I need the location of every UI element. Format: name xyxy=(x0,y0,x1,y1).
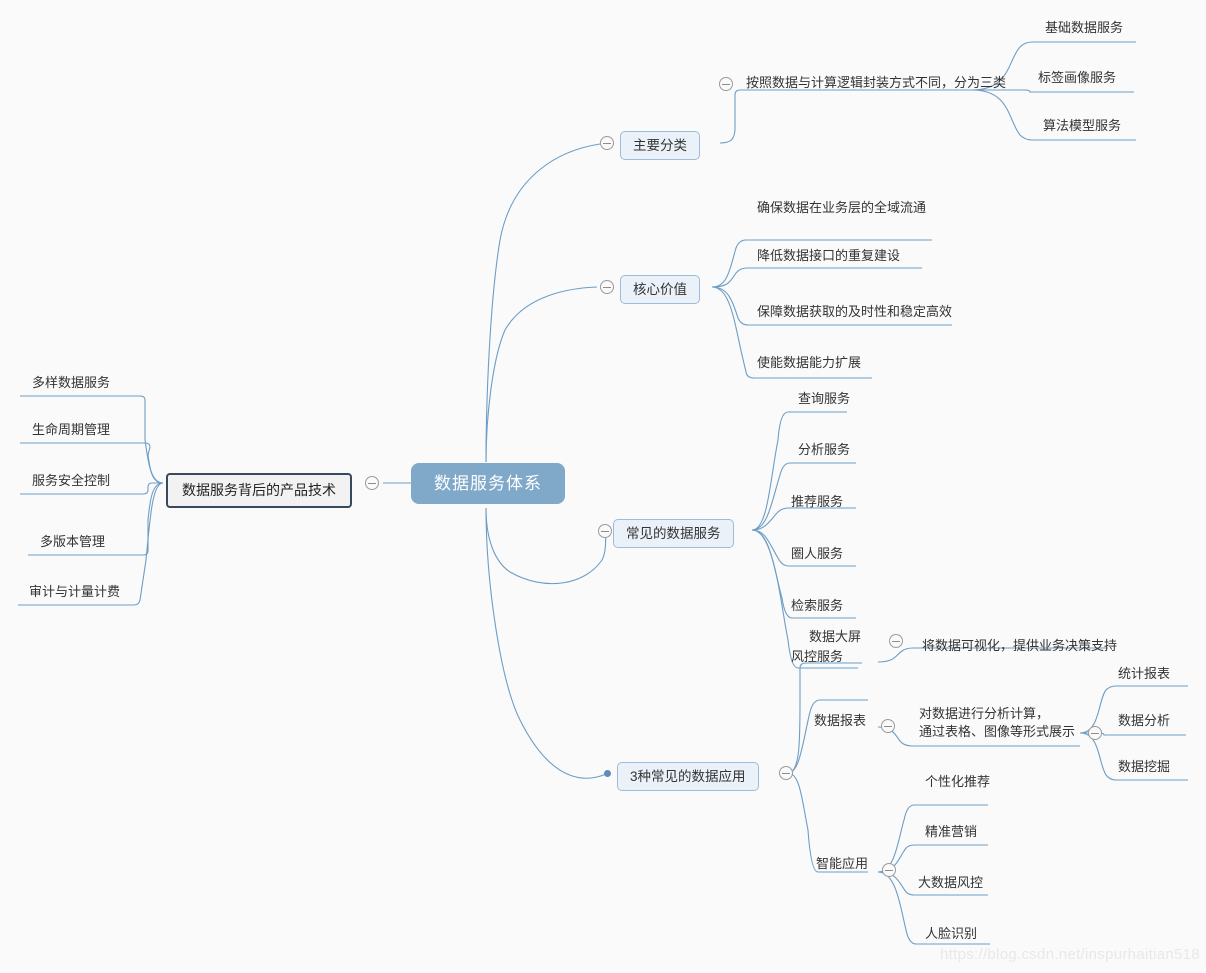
leaf-node[interactable]: 个性化推荐 xyxy=(921,773,994,792)
leaf-node[interactable]: 推荐服务 xyxy=(787,493,847,512)
leaf-node[interactable]: 服务安全控制 xyxy=(28,472,114,491)
leaf-node[interactable]: 基础数据服务 xyxy=(1041,19,1127,38)
toggle-core-value[interactable] xyxy=(600,280,614,294)
branch-node-main-classification[interactable]: 主要分类 xyxy=(620,131,700,160)
leaf-node[interactable]: 数据分析 xyxy=(1114,712,1174,731)
toggle-classification-detail[interactable] xyxy=(719,77,733,91)
leaf-node[interactable]: 数据大屏 xyxy=(805,628,865,647)
toggle-main-classification[interactable] xyxy=(600,136,614,150)
leaf-node[interactable]: 保障数据获取的及时性和稳定高效 xyxy=(753,303,956,322)
leaf-node[interactable]: 将数据可视化，提供业务决策支持 xyxy=(918,637,1121,656)
toggle-data-applications[interactable] xyxy=(779,766,793,780)
mindmap-canvas: 数据服务体系 数据服务背后的产品技术 多样数据服务 生命周期管理 服务安全控制 … xyxy=(0,0,1206,973)
leaf-node[interactable]: 使能数据能力扩展 xyxy=(753,354,865,373)
root-node[interactable]: 数据服务体系 xyxy=(412,464,564,503)
leaf-node[interactable]: 大数据风控 xyxy=(914,874,987,893)
watermark-text: https://blog.csdn.net/inspurhaitian518 xyxy=(940,946,1200,963)
toggle-data-screen[interactable] xyxy=(889,634,903,648)
toggle-common-data-services[interactable] xyxy=(598,524,612,538)
leaf-node[interactable]: 圈人服务 xyxy=(787,545,847,564)
leaf-node[interactable]: 检索服务 xyxy=(787,597,847,616)
leaf-node[interactable]: 对数据进行分析计算， 通过表格、图像等形式展示 xyxy=(915,705,1079,743)
leaf-node[interactable]: 统计报表 xyxy=(1114,665,1174,684)
leaf-node[interactable]: 人脸识别 xyxy=(921,925,981,944)
leaf-node[interactable]: 审计与计量计费 xyxy=(25,583,124,602)
leaf-node[interactable]: 生命周期管理 xyxy=(28,421,114,440)
branch-node-core-value[interactable]: 核心价值 xyxy=(620,275,700,304)
branch-node-common-data-services[interactable]: 常见的数据服务 xyxy=(613,519,734,548)
bullet-data-applications xyxy=(604,770,611,777)
leaf-node[interactable]: 降低数据接口的重复建设 xyxy=(753,247,904,266)
leaf-node[interactable]: 标签画像服务 xyxy=(1034,69,1120,88)
leaf-node[interactable]: 确保数据在业务层的全域流通 xyxy=(753,199,930,218)
leaf-node[interactable]: 智能应用 xyxy=(812,855,872,874)
leaf-node[interactable]: 多版本管理 xyxy=(36,533,109,552)
leaf-node[interactable]: 算法模型服务 xyxy=(1039,117,1125,136)
branch-node-data-applications[interactable]: 3种常见的数据应用 xyxy=(617,762,759,791)
leaf-node[interactable]: 多样数据服务 xyxy=(28,374,114,393)
leaf-node[interactable]: 数据报表 xyxy=(810,712,870,731)
leaf-node[interactable]: 风控服务 xyxy=(787,648,847,667)
leaf-node[interactable]: 数据挖掘 xyxy=(1114,758,1174,777)
toggle-product-tech[interactable] xyxy=(365,476,379,490)
toggle-intelligent-apps[interactable] xyxy=(882,863,896,877)
branch-node-product-tech[interactable]: 数据服务背后的产品技术 xyxy=(166,473,352,508)
leaf-node[interactable]: 分析服务 xyxy=(794,441,854,460)
toggle-data-report-detail[interactable] xyxy=(1088,726,1102,740)
leaf-node[interactable]: 按照数据与计算逻辑封装方式不同，分为三类 xyxy=(742,74,1010,93)
leaf-node[interactable]: 查询服务 xyxy=(794,390,854,409)
leaf-node[interactable]: 精准营销 xyxy=(921,823,981,842)
toggle-data-report[interactable] xyxy=(881,719,895,733)
